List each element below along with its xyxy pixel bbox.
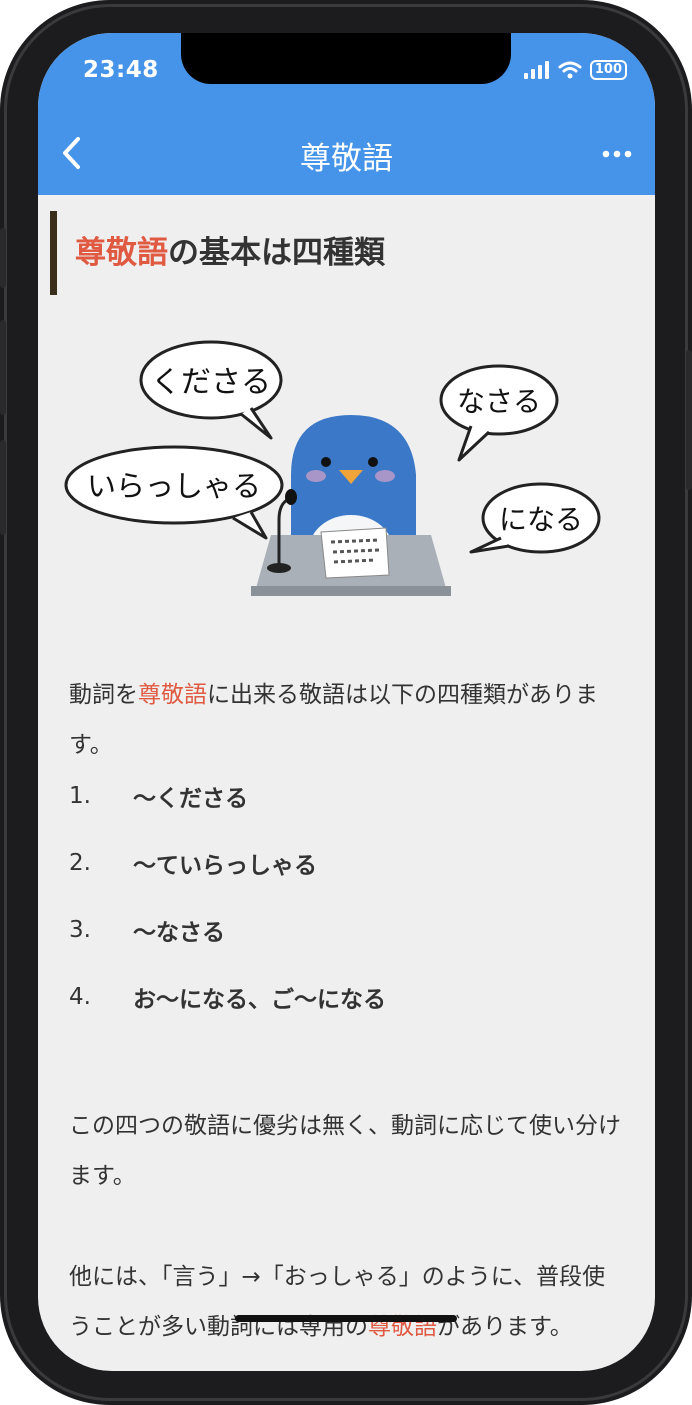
section-heading: 尊敬語の基本は四種類	[50, 211, 385, 295]
paragraph-special: 他には、「言う」→「おっしゃる」のように、普段使うことが多い動詞には専用の尊敬語…	[69, 1252, 624, 1352]
home-indicator[interactable]	[235, 1315, 457, 1322]
power-button	[686, 350, 692, 490]
penguin-speech-illustration: くださる なさる いらっしゃる になる	[64, 340, 601, 596]
paragraph-usage: この四つの敬語に優劣は無く、動詞に応じて使い分けます。	[69, 1113, 621, 1189]
bubble-text: いらっしゃる	[87, 469, 261, 503]
list-item: 4. お〜になる、ご〜になる	[69, 963, 624, 1030]
speech-bubble: なさる	[439, 364, 559, 462]
list-item: 3. 〜なさる	[69, 896, 624, 963]
bubble-text: になる	[499, 503, 583, 536]
volume-down-button	[0, 440, 6, 535]
status-icons: 100	[523, 60, 627, 80]
bubble-text: なさる	[457, 385, 541, 418]
status-bar: 23:48 100	[38, 33, 655, 115]
list-number: 1.	[69, 782, 91, 809]
nav-title: 尊敬語	[300, 141, 393, 177]
list-text: 〜ていらっしゃる	[133, 852, 317, 879]
speech-bubble: になる	[469, 482, 601, 554]
list-text: お〜になる、ご〜になる	[133, 986, 386, 1013]
screen: 23:48 100 尊敬語 尊敬語の基本は四種類 くださる なさる いらっしゃる…	[38, 33, 655, 1371]
paragraph-text: 動詞を	[69, 682, 138, 708]
paragraph-text: があります。	[437, 1314, 573, 1340]
bubble-text: くださる	[151, 365, 271, 400]
list-number: 4.	[69, 983, 91, 1010]
nav-bar: 尊敬語	[38, 115, 655, 195]
keigo-list: 1. 〜くださる 2. 〜ていらっしゃる 3. 〜なさる 4. お〜になる、ご〜になる	[69, 762, 624, 1030]
list-number: 2.	[69, 849, 91, 876]
side-button	[0, 228, 6, 288]
list-text: 〜なさる	[133, 919, 225, 946]
notch	[181, 33, 511, 84]
list-item: 1. 〜くださる	[69, 762, 624, 829]
status-time: 23:48	[83, 57, 159, 83]
highlight-term: 尊敬語	[138, 682, 207, 708]
heading-text: の基本は四種類	[168, 235, 385, 271]
list-text: 〜くださる	[133, 785, 248, 812]
list-number: 3.	[69, 916, 91, 943]
list-item: 2. 〜ていらっしゃる	[69, 829, 624, 896]
paragraph-intro: 動詞を尊敬語に出来る敬語は以下の四種類があります。	[69, 670, 624, 770]
wifi-icon	[558, 61, 582, 79]
volume-up-button	[0, 320, 6, 415]
speech-bubble: いらっしゃる	[64, 445, 284, 540]
speech-bubble: くださる	[139, 340, 283, 440]
signal-icon	[523, 61, 549, 79]
battery-indicator: 100	[589, 60, 627, 80]
more-options-icon[interactable]	[601, 139, 633, 169]
heading-highlight: 尊敬語	[75, 235, 168, 271]
phone-frame: 23:48 100 尊敬語 尊敬語の基本は四種類 くださる なさる いらっしゃる…	[0, 0, 692, 1405]
